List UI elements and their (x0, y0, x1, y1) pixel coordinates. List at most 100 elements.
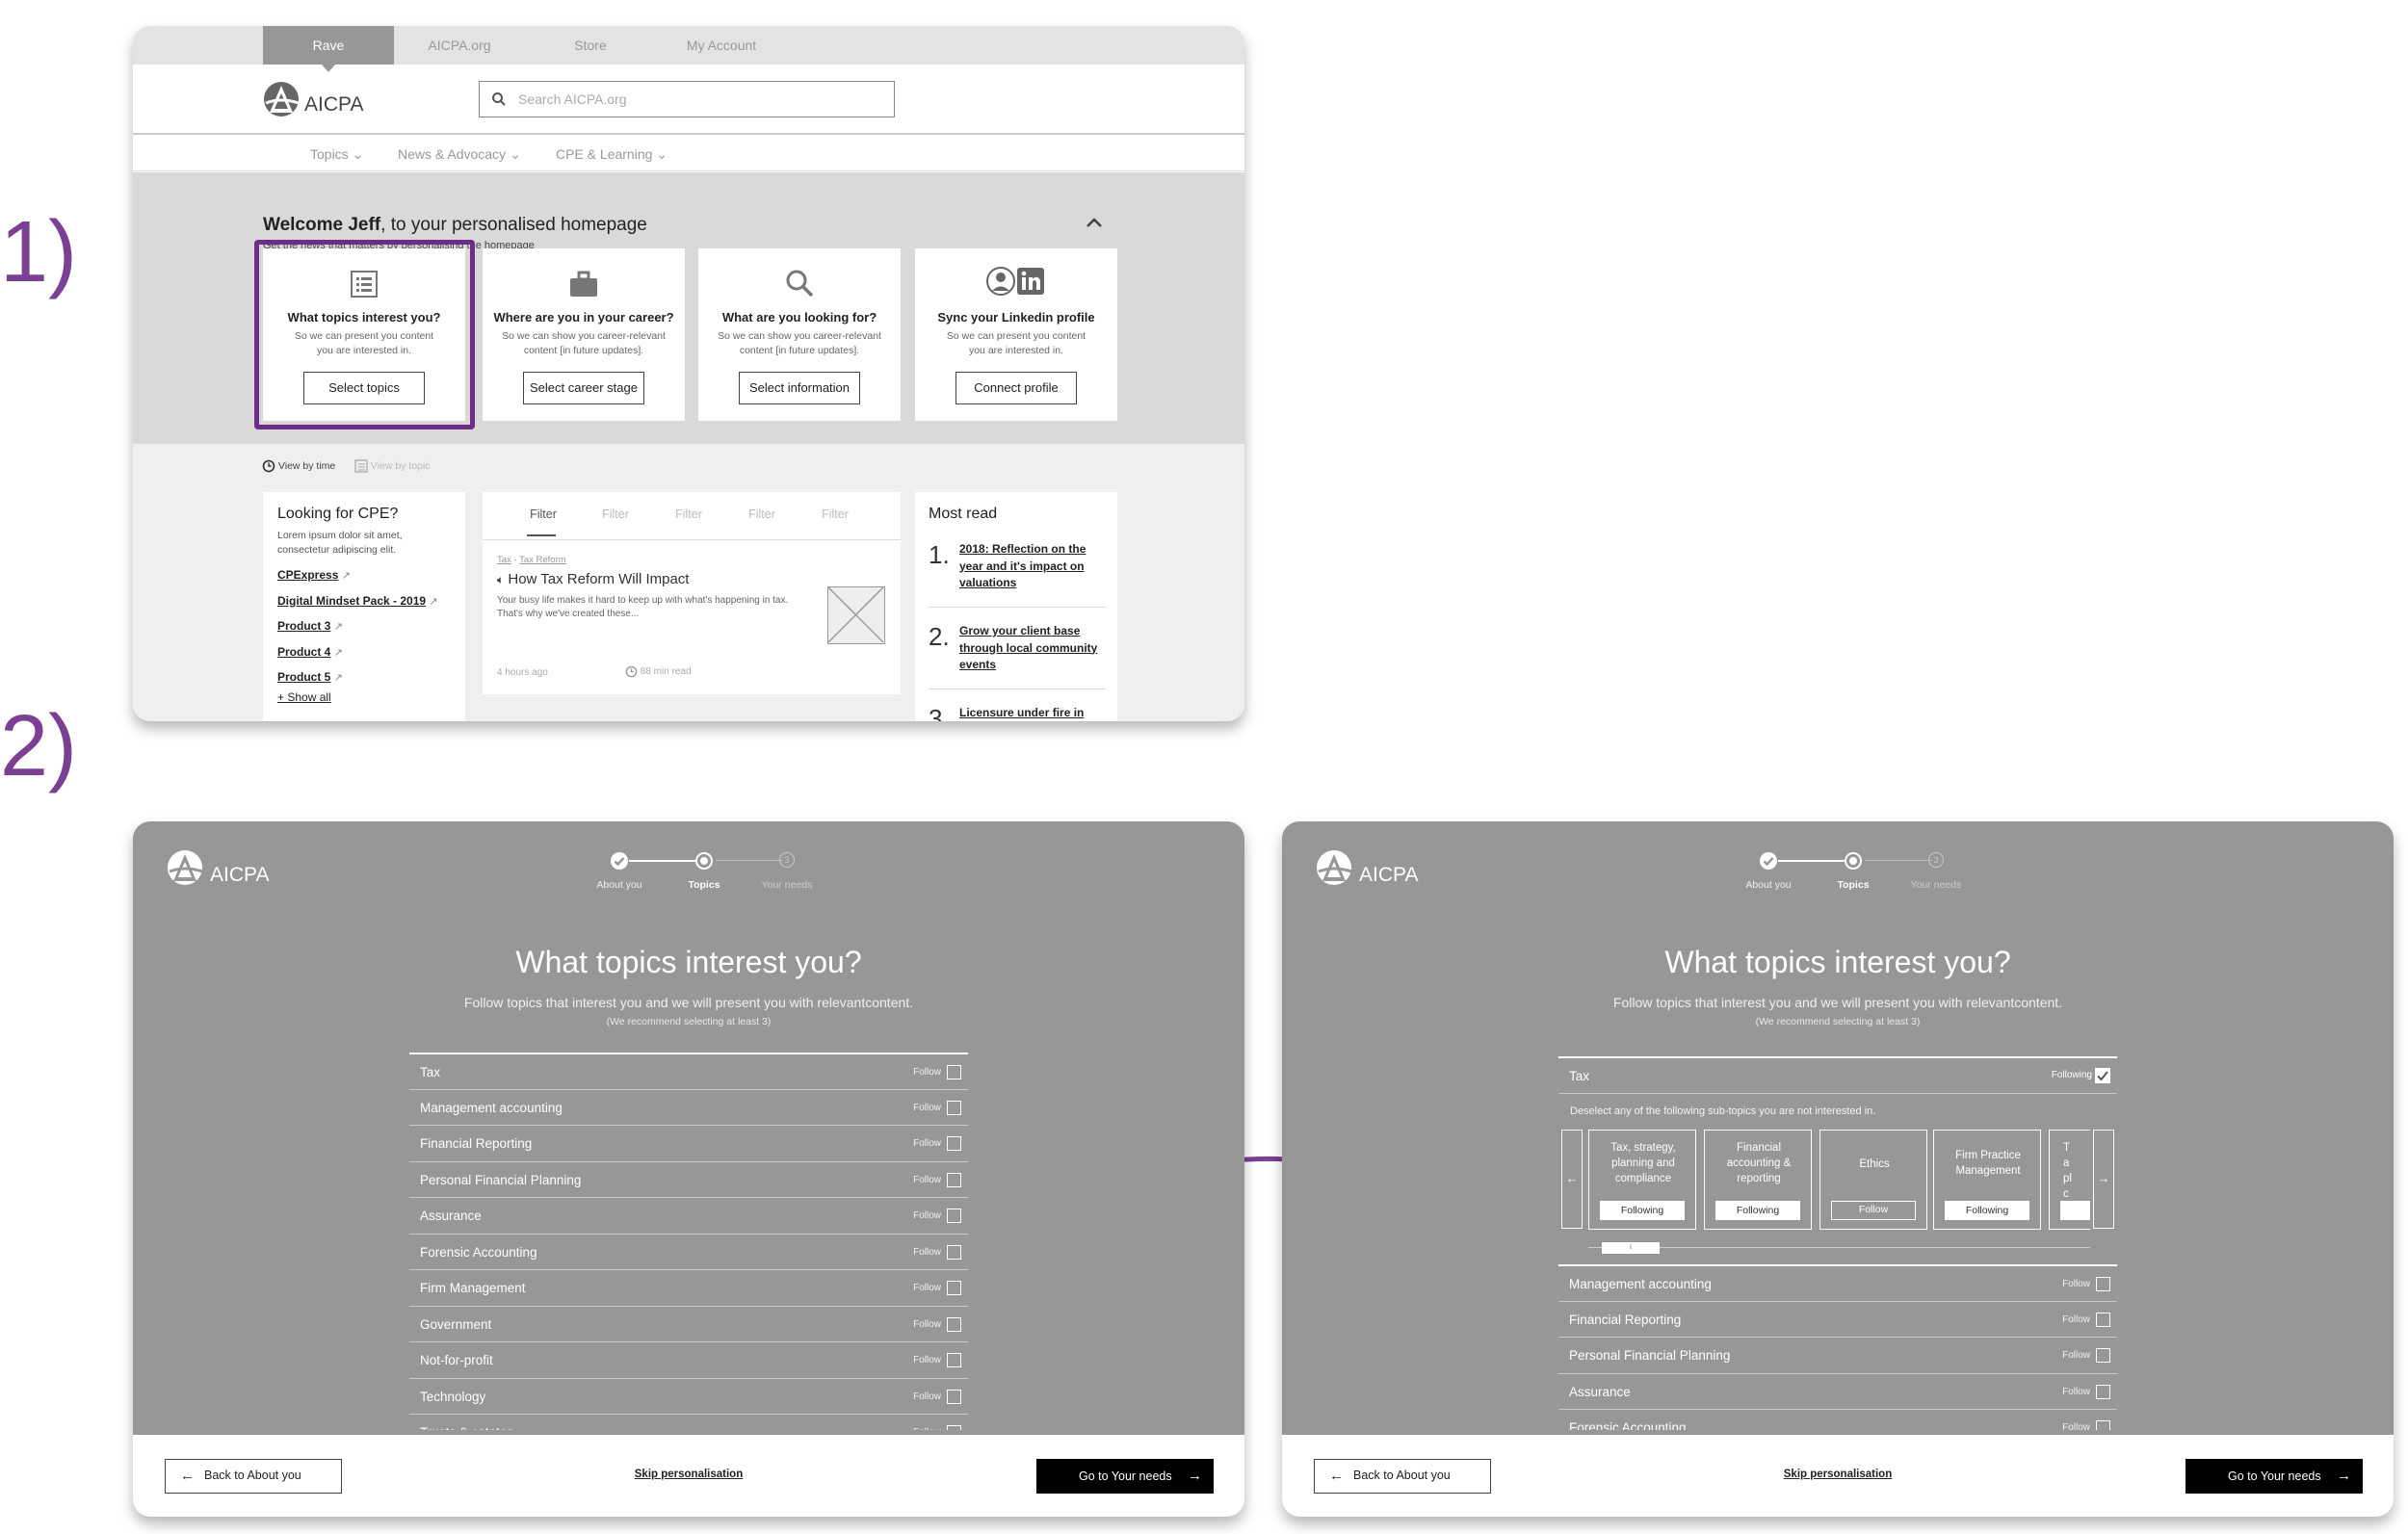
most-read-item[interactable]: 2. Grow your client base through local c… (929, 622, 1112, 680)
follow-checkbox[interactable] (947, 1172, 961, 1187)
aicpa-logo[interactable]: AICPA (262, 78, 378, 120)
filter-tab[interactable]: Filter (803, 507, 867, 521)
back-button[interactable]: ← Back to About you (165, 1459, 342, 1494)
select-career-stage-button[interactable]: Select career stage (523, 372, 644, 404)
aicpa-logo[interactable]: AICPA (1315, 846, 1430, 889)
topic-row[interactable]: Trusts & estates Follow (409, 1414, 968, 1430)
topic-label: Technology (420, 1389, 486, 1404)
chevron-down-icon: ⌄ (352, 146, 364, 162)
carousel-scrollbar-thumb[interactable]: ‖ (1602, 1242, 1660, 1254)
select-topics-button[interactable]: Select topics (303, 372, 425, 404)
follow-checkbox[interactable] (947, 1316, 961, 1332)
follow-checkbox[interactable] (947, 1100, 961, 1115)
topic-row[interactable]: Financial Reporting Follow (1558, 1300, 2117, 1338)
follow-checkbox[interactable] (2096, 1348, 2110, 1363)
select-information-button[interactable]: Select information (739, 372, 860, 404)
topic-row[interactable]: Tax Follow (409, 1053, 968, 1089)
follow-checkbox[interactable] (947, 1136, 961, 1151)
topic-label: Trusts & estates (420, 1425, 513, 1430)
aicpa-logo[interactable]: AICPA (166, 846, 281, 889)
search-input[interactable]: Search AICPA.org (479, 81, 895, 117)
skip-personalisation-link[interactable]: Skip personalisation (554, 1469, 824, 1480)
connect-profile-button[interactable]: Connect profile (955, 372, 1077, 404)
subtopic-following-button[interactable]: Following (1945, 1201, 2029, 1220)
cpe-link-cpexpress[interactable]: CPExpress ↗ (277, 563, 451, 589)
subtopic-card-partial: Ta pl c (2049, 1130, 2090, 1230)
follow-checkbox[interactable] (2096, 1384, 2110, 1399)
arrow-left-icon: ← (1329, 1468, 1344, 1484)
topic-row[interactable]: Forensic Accounting Follow (409, 1233, 968, 1270)
cpe-link-digital-mindset[interactable]: Digital Mindset Pack - 2019 ↗ (277, 589, 451, 615)
filter-tab[interactable]: Filter (730, 507, 794, 521)
nav-tab-aicpa-org[interactable]: AICPA.org (394, 26, 525, 65)
filter-tab[interactable]: Filter (584, 507, 647, 521)
topic-row[interactable]: Assurance Follow (1558, 1372, 2117, 1410)
step-number-2: 2) (0, 698, 78, 794)
tag-link[interactable]: Tax Reform (519, 555, 566, 565)
arrow-right-icon: → (2097, 1171, 2110, 1185)
cpe-link-product-3[interactable]: Product 3 ↗ (277, 614, 451, 640)
follow-checkbox[interactable] (947, 1244, 961, 1260)
topic-row[interactable]: Personal Financial Planning Follow (409, 1160, 968, 1198)
article-headline[interactable]: 🔈︎ How Tax Reform Will Impact (497, 571, 689, 587)
arrow-left-icon: ← (1565, 1171, 1579, 1185)
topic-row[interactable]: Forensic Accounting Follow (1558, 1409, 2117, 1430)
next-button[interactable]: Go to Your needs → (1036, 1459, 1214, 1494)
nav-tab-my-account[interactable]: My Account (656, 26, 787, 65)
checkbox-checked-icon[interactable] (2095, 1068, 2110, 1083)
cpe-link-product-4[interactable]: Product 4 ↗ (277, 640, 451, 666)
subnav-topics[interactable]: Topics ⌄ (310, 146, 363, 163)
follow-checkbox[interactable] (947, 1389, 961, 1404)
filter-tab-active[interactable]: Filter (511, 507, 575, 521)
most-read-item[interactable]: 3. Licensure under fire in (929, 704, 1112, 721)
cpe-link-product-5[interactable]: Product 5 ↗ (277, 665, 451, 691)
back-button[interactable]: ← Back to About you (1314, 1459, 1491, 1494)
most-read-item[interactable]: 1. 2018: Reflection on the year and it's… (929, 540, 1112, 598)
collapse-chevron-up-icon[interactable] (1083, 211, 1106, 234)
filter-tab[interactable]: Filter (657, 507, 720, 521)
view-by-topic-toggle[interactable]: View by topic (354, 459, 431, 473)
follow-checkbox[interactable] (947, 1353, 961, 1367)
subtopic-following-button[interactable] (2060, 1201, 2090, 1220)
carousel-prev-button[interactable]: ← (1561, 1130, 1583, 1229)
topic-row[interactable]: Not-for-profit Follow (409, 1341, 968, 1378)
topic-row[interactable]: Assurance Follow (409, 1197, 968, 1234)
subtopic-following-button[interactable]: Following (1715, 1201, 1800, 1220)
nav-tab-rave[interactable]: Rave (263, 26, 394, 65)
subtopic-following-button[interactable]: Following (1600, 1201, 1685, 1220)
topic-row[interactable]: Technology Follow (409, 1377, 968, 1415)
view-by-time-toggle[interactable]: View by time (262, 459, 335, 473)
follow-checkbox[interactable] (947, 1209, 961, 1223)
subtopic-card: Firm Practice Management Following (1933, 1130, 2041, 1230)
nav-tab-store[interactable]: Store (525, 26, 656, 65)
follow-checkbox[interactable] (947, 1065, 961, 1079)
tag-link[interactable]: Tax (497, 555, 511, 565)
subnav-cpe-learning[interactable]: CPE & Learning ⌄ (556, 146, 667, 163)
follow-checkbox[interactable] (2096, 1277, 2110, 1291)
next-button[interactable]: Go to Your needs → (2186, 1459, 2363, 1494)
subnav-news-advocacy[interactable]: News & Advocacy ⌄ (398, 146, 521, 163)
topic-label: Tax (420, 1065, 441, 1079)
topic-row-tax-expanded[interactable]: Tax Following (1558, 1058, 2117, 1093)
follow-label: Follow (913, 1067, 941, 1078)
carousel-next-button[interactable]: → (2093, 1130, 2114, 1229)
topic-row[interactable]: Management accounting Follow (1558, 1264, 2117, 1301)
follow-checkbox[interactable] (2096, 1312, 2110, 1327)
follow-checkbox[interactable] (2096, 1420, 2110, 1430)
topic-row[interactable]: Government Follow (409, 1305, 968, 1342)
topic-row[interactable]: Personal Financial Planning Follow (1558, 1337, 2117, 1373)
topic-row[interactable]: Firm Management Follow (409, 1269, 968, 1306)
step-current-icon (695, 852, 713, 870)
skip-personalisation-link[interactable]: Skip personalisation (1703, 1469, 1973, 1480)
page-title: What topics interest you? (1664, 945, 2011, 979)
follow-checkbox[interactable] (947, 1281, 961, 1295)
show-all-link[interactable]: + Show all (277, 690, 451, 704)
subtopic-follow-button[interactable]: Follow (1831, 1201, 1916, 1220)
list-icon (354, 459, 368, 473)
topic-row[interactable]: Financial Reporting Follow (409, 1125, 968, 1161)
topic-row[interactable]: Management accounting Follow (409, 1088, 968, 1126)
card-title: Where are you in your career? (493, 310, 674, 325)
card-title: What are you looking for? (721, 310, 877, 325)
topic-label: Assurance (420, 1209, 482, 1223)
follow-checkbox[interactable] (947, 1425, 961, 1430)
